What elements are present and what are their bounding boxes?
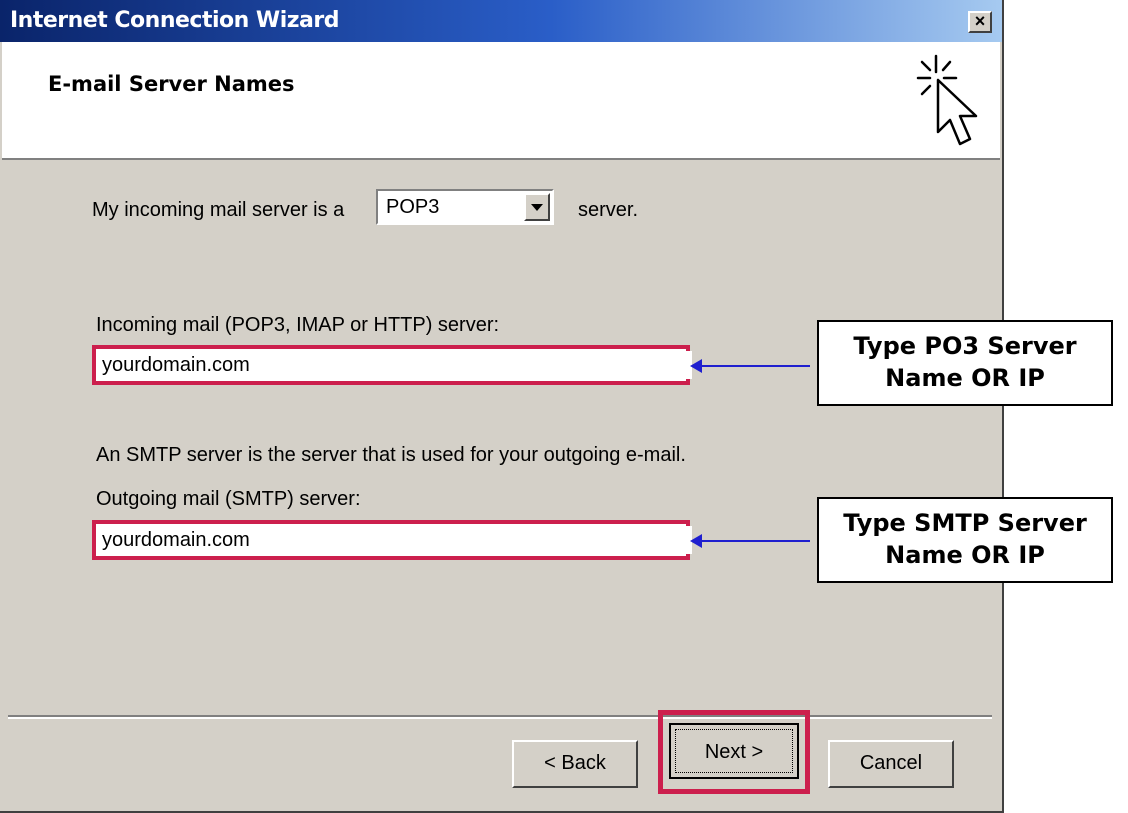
incoming-server-label: Incoming mail (POP3, IMAP or HTTP) serve…: [96, 314, 500, 336]
next-button-highlight: Next >: [658, 710, 810, 794]
dropdown-arrow-icon[interactable]: [524, 193, 550, 221]
incoming-callout-line1: Type PO3 Server: [853, 332, 1077, 360]
window-title: Internet Connection Wizard: [10, 8, 340, 33]
incoming-callout-line2: Name OR IP: [885, 364, 1045, 392]
button-separator: [8, 715, 992, 719]
server-type-select[interactable]: POP3: [376, 189, 554, 225]
next-button-label: Next >: [675, 729, 793, 773]
outgoing-server-label: Outgoing mail (SMTP) server:: [96, 488, 361, 510]
outgoing-callout: Type SMTP Server Name OR IP: [817, 497, 1113, 583]
outgoing-callout-line2: Name OR IP: [885, 541, 1045, 569]
cancel-button[interactable]: Cancel: [828, 740, 954, 788]
outgoing-arrow: [700, 540, 810, 542]
server-type-prefix: My incoming mail server is a: [92, 199, 345, 221]
server-type-value: POP3: [386, 196, 440, 218]
incoming-arrow: [700, 365, 810, 367]
server-type-suffix: server.: [578, 199, 639, 221]
incoming-callout: Type PO3 Server Name OR IP: [817, 320, 1113, 406]
incoming-server-highlight: [92, 345, 692, 385]
close-button[interactable]: ×: [968, 11, 992, 33]
next-button[interactable]: Next >: [669, 723, 799, 779]
incoming-server-input[interactable]: [98, 351, 692, 379]
back-button[interactable]: < Back: [512, 740, 638, 788]
internet-connection-wizard-window: Internet Connection Wizard × E-mail Serv…: [0, 0, 1004, 813]
wizard-cursor-icon: [916, 54, 978, 146]
page-title: E-mail Server Names: [48, 72, 295, 96]
smtp-note: An SMTP server is the server that is use…: [96, 444, 686, 466]
wizard-header: E-mail Server Names: [2, 42, 1000, 160]
outgoing-server-input[interactable]: [98, 526, 692, 554]
title-bar[interactable]: Internet Connection Wizard ×: [0, 0, 1002, 42]
outgoing-callout-line1: Type SMTP Server: [843, 509, 1087, 537]
outgoing-server-highlight: [92, 520, 692, 560]
